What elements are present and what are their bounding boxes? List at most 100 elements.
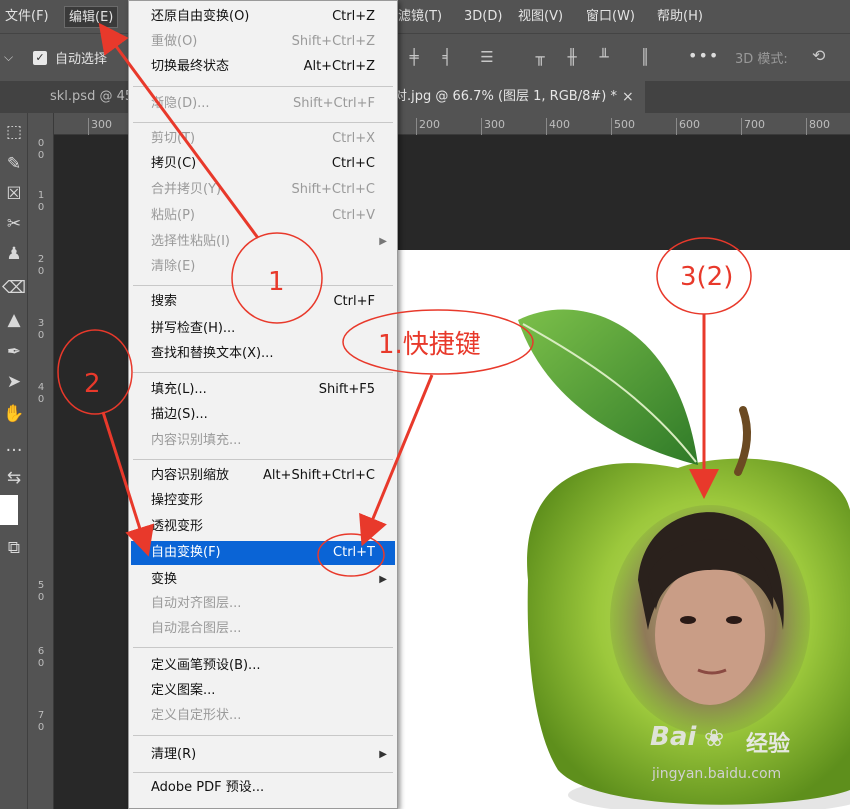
tab-skl-psd[interactable]: skl.psd @ 45 bbox=[36, 81, 131, 113]
menu-filter[interactable]: 滤镜(T) bbox=[394, 6, 446, 28]
healing-tool-icon[interactable]: ✂ bbox=[2, 211, 26, 237]
menu-item-adobe-pdf-presets[interactable]: Adobe PDF 预设... bbox=[131, 776, 395, 800]
align-middle-icon[interactable]: ╫ bbox=[563, 48, 581, 66]
screen-mode-icon[interactable]: ⧉ bbox=[2, 535, 26, 561]
menu-edit[interactable]: 编辑(E) bbox=[64, 6, 119, 28]
close-icon[interactable]: × bbox=[622, 81, 634, 113]
menu-item-fill[interactable]: 填充(L)... Shift+F5 bbox=[131, 378, 395, 402]
ruler-label: 200 bbox=[416, 118, 440, 135]
menu-item-paste: 粘贴(P) Ctrl+V bbox=[151, 208, 375, 223]
selection-arrow-icon[interactable]: ➤ bbox=[2, 369, 26, 395]
ruler-label: 0 bbox=[37, 330, 45, 341]
distribute-icon[interactable]: ☰ bbox=[478, 48, 496, 66]
baidu-watermark: Bai ❀ 经验 jingyan.baidu.com bbox=[650, 722, 840, 792]
marquee-tool-icon[interactable]: ⬚ bbox=[2, 119, 26, 145]
ruler-label: 0 bbox=[37, 138, 45, 149]
menu-file[interactable]: 文件(F) bbox=[1, 6, 53, 28]
tab-active-jpg[interactable]: 对.jpg @ 66.7% (图层 1, RGB/8#) * bbox=[380, 81, 645, 113]
menu-separator bbox=[133, 372, 393, 373]
align-top-icon[interactable]: ╥ bbox=[531, 48, 549, 66]
menu-item-cut: 剪切(T) Ctrl+X bbox=[151, 131, 375, 146]
foreground-color-swatch[interactable] bbox=[0, 495, 18, 525]
menu-separator bbox=[133, 647, 393, 648]
align-right-icon[interactable]: ╡ bbox=[438, 48, 456, 66]
align-bottom-icon[interactable]: ╨ bbox=[595, 48, 613, 66]
menu-item-content-aware-scale[interactable]: 内容识别缩放 Alt+Shift+Ctrl+C bbox=[131, 464, 395, 488]
ruler-label: 3 bbox=[37, 318, 45, 329]
ruler-label: 0 bbox=[37, 394, 45, 405]
menu-item-purge[interactable]: 清理(R) ▶ bbox=[131, 743, 395, 767]
edit-dropdown-menu: 还原自由变换(O) Ctrl+Z 重做(O) Shift+Ctrl+Z 切换最终状态… bbox=[128, 0, 398, 809]
hand-tool-icon[interactable]: ✋ bbox=[2, 401, 26, 427]
distribute-horizontal-icon[interactable]: ║ bbox=[636, 48, 654, 66]
vertical-ruler: 0 0 1 0 2 0 3 0 4 0 5 0 6 0 7 0 bbox=[28, 113, 54, 809]
menu-item-define-brush[interactable]: 定义画笔预设(B)... bbox=[131, 654, 395, 678]
submenu-arrow-icon: ▶ bbox=[379, 574, 387, 585]
tab-active-label: 对.jpg @ 66.7% (图层 1, RGB/8#) * bbox=[394, 89, 617, 104]
menu-item-define-pattern[interactable]: 定义图案... bbox=[131, 679, 395, 703]
menu-item-perspective-warp[interactable]: 透视变形 bbox=[131, 515, 395, 539]
swap-colors-icon[interactable]: ⇆ bbox=[2, 465, 26, 491]
ruler-label: 5 bbox=[37, 580, 45, 591]
more-tools-icon[interactable]: … bbox=[2, 433, 26, 459]
watermark-brand: Bai bbox=[650, 722, 697, 752]
menu-item-copy[interactable]: 拷贝(C) Ctrl+C bbox=[131, 152, 395, 176]
ruler-label: 300 bbox=[88, 118, 112, 135]
menu-separator bbox=[133, 285, 393, 286]
watermark-url: jingyan.baidu.com bbox=[652, 766, 782, 782]
menu-item-paste-special: 选择性粘贴(I) ▶ bbox=[131, 230, 395, 254]
pen-tool-icon[interactable]: ✒ bbox=[2, 339, 26, 365]
menu-item-content-aware-fill: 内容识别填充... bbox=[151, 433, 242, 448]
3d-orbit-icon[interactable]: ⟲ bbox=[812, 46, 825, 65]
menu-item-define-custom-shape: 定义自定形状... bbox=[151, 708, 242, 723]
menu-3d[interactable]: 3D(D) bbox=[460, 6, 506, 28]
ruler-label: 0 bbox=[37, 150, 45, 161]
3d-mode-label: 3D 模式: bbox=[735, 52, 788, 67]
ruler-label: 0 bbox=[37, 266, 45, 277]
menu-item-search[interactable]: 搜索 Ctrl+F bbox=[131, 290, 395, 314]
ruler-label: 0 bbox=[37, 202, 45, 213]
ruler-label: 0 bbox=[37, 658, 45, 669]
ruler-label: 4 bbox=[37, 382, 45, 393]
tools-panel: ⬚ ✎ ☒ ✂ ♟ ⌫ ▲ ✒ ➤ ✋ … ⇆ ⧉ bbox=[0, 113, 28, 809]
ruler-label: 800 bbox=[806, 118, 830, 135]
menu-item-toggle-last-state[interactable]: 切换最终状态 Alt+Ctrl+Z bbox=[131, 55, 395, 79]
menu-window[interactable]: 窗口(W) bbox=[582, 6, 639, 28]
quick-select-tool-icon[interactable]: ✎ bbox=[2, 151, 26, 177]
menu-item-transform[interactable]: 变换 ▶ bbox=[131, 568, 395, 592]
menu-separator bbox=[133, 772, 393, 773]
menu-item-redo: 重做(O) Shift+Ctrl+Z bbox=[151, 34, 375, 49]
menu-item-find-replace[interactable]: 查找和替换文本(X)... bbox=[131, 342, 395, 366]
more-options-icon[interactable]: ••• bbox=[688, 46, 719, 65]
ruler-label: 700 bbox=[741, 118, 765, 135]
stamp-tool-icon[interactable]: ♟ bbox=[2, 241, 26, 267]
menu-item-undo-free-transform[interactable]: 还原自由变换(O) Ctrl+Z bbox=[131, 5, 395, 29]
menu-view[interactable]: 视图(V) bbox=[514, 6, 567, 28]
ruler-label: 7 bbox=[37, 710, 45, 721]
menu-item-clear: 清除(E) bbox=[151, 259, 196, 274]
menu-item-free-transform[interactable]: 自由变换(F) Ctrl+T bbox=[131, 541, 395, 565]
watermark-brand-cn: 经验 bbox=[746, 732, 791, 757]
menu-help[interactable]: 帮助(H) bbox=[653, 6, 707, 28]
tab-skl-psd-label: skl.psd @ 45 bbox=[50, 89, 131, 104]
ruler-label: 1 bbox=[37, 190, 45, 201]
frame-tool-icon[interactable]: ☒ bbox=[2, 181, 26, 207]
ruler-label: 0 bbox=[37, 722, 45, 733]
chevron-down-icon[interactable]: ⌵ bbox=[4, 50, 13, 65]
menu-separator bbox=[133, 459, 393, 460]
submenu-arrow-icon: ▶ bbox=[379, 236, 387, 247]
menu-item-stroke[interactable]: 描边(S)... bbox=[131, 403, 395, 427]
menu-item-auto-align-layers: 自动对齐图层... bbox=[151, 596, 242, 611]
ruler-label: 400 bbox=[546, 118, 570, 135]
sharpen-tool-icon[interactable]: ▲ bbox=[2, 307, 26, 333]
menu-separator bbox=[133, 735, 393, 736]
auto-select-checkbox[interactable]: ✓ bbox=[33, 51, 47, 65]
menu-item-puppet-warp[interactable]: 操控变形 bbox=[131, 489, 395, 513]
align-vcenter-icon[interactable]: ╪ bbox=[405, 48, 423, 66]
ruler-label: 6 bbox=[37, 646, 45, 657]
submenu-arrow-icon: ▶ bbox=[379, 749, 387, 760]
auto-select-label: 自动选择 bbox=[55, 52, 108, 67]
paw-icon: ❀ bbox=[704, 724, 725, 752]
eraser-tool-icon[interactable]: ⌫ bbox=[2, 275, 26, 301]
menu-item-spell-check[interactable]: 拼写检查(H)... bbox=[131, 317, 395, 341]
